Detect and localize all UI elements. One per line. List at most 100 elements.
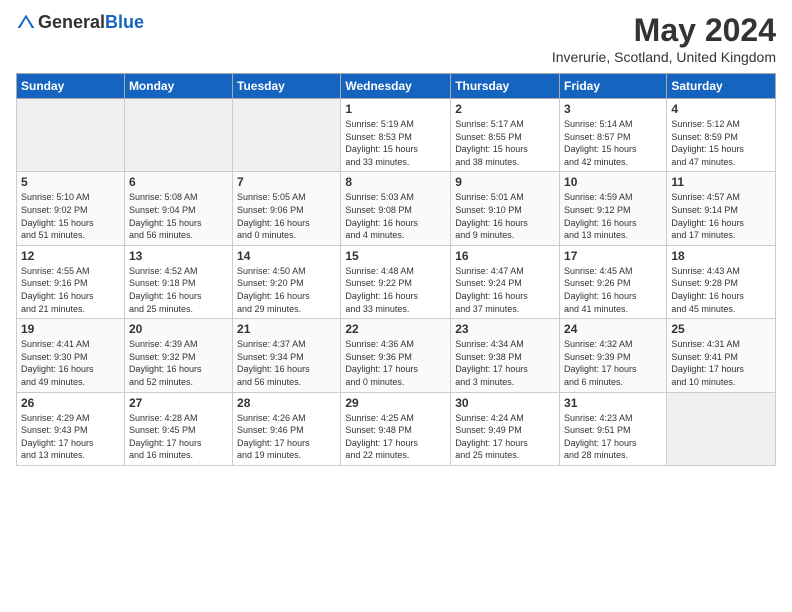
- calendar-week-5: 26 Sunrise: 4:29 AM Sunset: 9:43 PM Dayli…: [17, 392, 776, 465]
- day-number: 26: [21, 396, 120, 410]
- day-info: Sunrise: 4:57 AM Sunset: 9:14 PM Dayligh…: [671, 191, 771, 241]
- calendar-cell: 5 Sunrise: 5:10 AM Sunset: 9:02 PM Daylig…: [17, 172, 125, 245]
- day-number: 28: [237, 396, 336, 410]
- calendar-cell: 15Sunrise: 4:48 AM Sunset: 9:22 PM Dayli…: [341, 245, 451, 318]
- logo-blue: Blue: [105, 12, 144, 32]
- calendar-cell: 11 Sunrise: 4:57 AM Sunset: 9:14 PM Dayli…: [667, 172, 776, 245]
- calendar-cell: [667, 392, 776, 465]
- day-number: 6: [129, 175, 228, 189]
- day-info: Sunrise: 5:10 AM Sunset: 9:02 PM Dayligh…: [21, 191, 120, 241]
- day-number: 22: [345, 322, 446, 336]
- calendar-cell: 4 Sunrise: 5:12 AM Sunset: 8:59 PM Daylig…: [667, 99, 776, 172]
- calendar-cell: 23 Sunrise: 4:34 AM Sunset: 9:38 PM Dayli…: [451, 319, 560, 392]
- calendar-cell: 14 Sunrise: 4:50 AM Sunset: 9:20 PM Dayli…: [233, 245, 341, 318]
- calendar-cell: 22 Sunrise: 4:36 AM Sunset: 9:36 PM Dayli…: [341, 319, 451, 392]
- calendar-cell: 27 Sunrise: 4:28 AM Sunset: 9:45 PM Dayli…: [124, 392, 232, 465]
- day-info: Sunrise: 4:39 AM Sunset: 9:32 PM Dayligh…: [129, 338, 228, 388]
- day-info: Sunrise: 4:31 AM Sunset: 9:41 PM Dayligh…: [671, 338, 771, 388]
- day-info: Sunrise: 4:45 AM Sunset: 9:26 PM Dayligh…: [564, 265, 662, 315]
- calendar-header-row: Sunday Monday Tuesday Wednesday Thursday…: [17, 74, 776, 99]
- calendar-cell: [124, 99, 232, 172]
- calendar-week-3: 12 Sunrise: 4:55 AM Sunset: 9:16 PM Dayli…: [17, 245, 776, 318]
- calendar-week-4: 19 Sunrise: 4:41 AM Sunset: 9:30 PM Dayli…: [17, 319, 776, 392]
- col-saturday: Saturday: [667, 74, 776, 99]
- day-info: Sunrise: 4:32 AM Sunset: 9:39 PM Dayligh…: [564, 338, 662, 388]
- day-info: Sunrise: 4:43 AM Sunset: 9:28 PM Dayligh…: [671, 265, 771, 315]
- calendar-cell: 10 Sunrise: 4:59 AM Sunset: 9:12 PM Dayli…: [560, 172, 667, 245]
- day-number: 5: [21, 175, 120, 189]
- calendar-cell: 28 Sunrise: 4:26 AM Sunset: 9:46 PM Dayli…: [233, 392, 341, 465]
- page-header: GeneralBlue May 2024 Inverurie, Scotland…: [16, 12, 776, 65]
- day-info: Sunrise: 4:25 AM Sunset: 9:48 PM Dayligh…: [345, 412, 446, 462]
- day-info: Sunrise: 5:08 AM Sunset: 9:04 PM Dayligh…: [129, 191, 228, 241]
- day-info: Sunrise: 4:23 AM Sunset: 9:51 PM Dayligh…: [564, 412, 662, 462]
- day-number: 3: [564, 102, 662, 116]
- calendar-cell: 25 Sunrise: 4:31 AM Sunset: 9:41 PM Dayli…: [667, 319, 776, 392]
- day-number: 29: [345, 396, 446, 410]
- day-number: 10: [564, 175, 662, 189]
- logo-icon: [16, 13, 36, 33]
- calendar-cell: 20 Sunrise: 4:39 AM Sunset: 9:32 PM Dayli…: [124, 319, 232, 392]
- day-number: 4: [671, 102, 771, 116]
- day-info: Sunrise: 4:26 AM Sunset: 9:46 PM Dayligh…: [237, 412, 336, 462]
- calendar-cell: 1Sunrise: 5:19 AM Sunset: 8:53 PM Daylig…: [341, 99, 451, 172]
- day-info: Sunrise: 4:29 AM Sunset: 9:43 PM Dayligh…: [21, 412, 120, 462]
- col-wednesday: Wednesday: [341, 74, 451, 99]
- day-info: Sunrise: 4:55 AM Sunset: 9:16 PM Dayligh…: [21, 265, 120, 315]
- col-tuesday: Tuesday: [233, 74, 341, 99]
- calendar-week-2: 5 Sunrise: 5:10 AM Sunset: 9:02 PM Daylig…: [17, 172, 776, 245]
- day-info: Sunrise: 4:28 AM Sunset: 9:45 PM Dayligh…: [129, 412, 228, 462]
- calendar-cell: 8 Sunrise: 5:03 AM Sunset: 9:08 PM Daylig…: [341, 172, 451, 245]
- day-number: 11: [671, 175, 771, 189]
- day-number: 7: [237, 175, 336, 189]
- calendar-table: Sunday Monday Tuesday Wednesday Thursday…: [16, 73, 776, 466]
- day-number: 12: [21, 249, 120, 263]
- calendar-cell: 3 Sunrise: 5:14 AM Sunset: 8:57 PM Daylig…: [560, 99, 667, 172]
- day-number: 16: [455, 249, 555, 263]
- day-info: Sunrise: 5:19 AM Sunset: 8:53 PM Dayligh…: [345, 118, 446, 168]
- day-info: Sunrise: 5:01 AM Sunset: 9:10 PM Dayligh…: [455, 191, 555, 241]
- calendar-cell: [17, 99, 125, 172]
- day-number: 25: [671, 322, 771, 336]
- day-number: 13: [129, 249, 228, 263]
- calendar-cell: [233, 99, 341, 172]
- logo: GeneralBlue: [16, 12, 144, 33]
- day-info: Sunrise: 4:59 AM Sunset: 9:12 PM Dayligh…: [564, 191, 662, 241]
- day-number: 14: [237, 249, 336, 263]
- day-number: 2: [455, 102, 555, 116]
- day-number: 8: [345, 175, 446, 189]
- calendar-cell: 24Sunrise: 4:32 AM Sunset: 9:39 PM Dayli…: [560, 319, 667, 392]
- day-info: Sunrise: 5:12 AM Sunset: 8:59 PM Dayligh…: [671, 118, 771, 168]
- day-info: Sunrise: 5:05 AM Sunset: 9:06 PM Dayligh…: [237, 191, 336, 241]
- day-number: 9: [455, 175, 555, 189]
- day-number: 30: [455, 396, 555, 410]
- calendar-cell: 19 Sunrise: 4:41 AM Sunset: 9:30 PM Dayli…: [17, 319, 125, 392]
- col-monday: Monday: [124, 74, 232, 99]
- calendar-cell: 18Sunrise: 4:43 AM Sunset: 9:28 PM Dayli…: [667, 245, 776, 318]
- day-info: Sunrise: 4:50 AM Sunset: 9:20 PM Dayligh…: [237, 265, 336, 315]
- calendar-cell: 12 Sunrise: 4:55 AM Sunset: 9:16 PM Dayli…: [17, 245, 125, 318]
- calendar-cell: 17Sunrise: 4:45 AM Sunset: 9:26 PM Dayli…: [560, 245, 667, 318]
- day-number: 19: [21, 322, 120, 336]
- day-number: 23: [455, 322, 555, 336]
- day-info: Sunrise: 4:34 AM Sunset: 9:38 PM Dayligh…: [455, 338, 555, 388]
- calendar-week-1: 1Sunrise: 5:19 AM Sunset: 8:53 PM Daylig…: [17, 99, 776, 172]
- day-number: 20: [129, 322, 228, 336]
- day-number: 15: [345, 249, 446, 263]
- day-info: Sunrise: 5:17 AM Sunset: 8:55 PM Dayligh…: [455, 118, 555, 168]
- logo-general: General: [38, 12, 105, 32]
- day-info: Sunrise: 4:36 AM Sunset: 9:36 PM Dayligh…: [345, 338, 446, 388]
- calendar-cell: 6 Sunrise: 5:08 AM Sunset: 9:04 PM Daylig…: [124, 172, 232, 245]
- title-block: May 2024 Inverurie, Scotland, United Kin…: [552, 12, 776, 65]
- day-info: Sunrise: 5:03 AM Sunset: 9:08 PM Dayligh…: [345, 191, 446, 241]
- calendar-cell: 7 Sunrise: 5:05 AM Sunset: 9:06 PM Daylig…: [233, 172, 341, 245]
- day-number: 31: [564, 396, 662, 410]
- day-info: Sunrise: 4:47 AM Sunset: 9:24 PM Dayligh…: [455, 265, 555, 315]
- day-info: Sunrise: 4:41 AM Sunset: 9:30 PM Dayligh…: [21, 338, 120, 388]
- day-info: Sunrise: 5:14 AM Sunset: 8:57 PM Dayligh…: [564, 118, 662, 168]
- calendar-cell: 16 Sunrise: 4:47 AM Sunset: 9:24 PM Dayli…: [451, 245, 560, 318]
- day-number: 27: [129, 396, 228, 410]
- day-number: 21: [237, 322, 336, 336]
- calendar-cell: 26 Sunrise: 4:29 AM Sunset: 9:43 PM Dayli…: [17, 392, 125, 465]
- day-info: Sunrise: 4:24 AM Sunset: 9:49 PM Dayligh…: [455, 412, 555, 462]
